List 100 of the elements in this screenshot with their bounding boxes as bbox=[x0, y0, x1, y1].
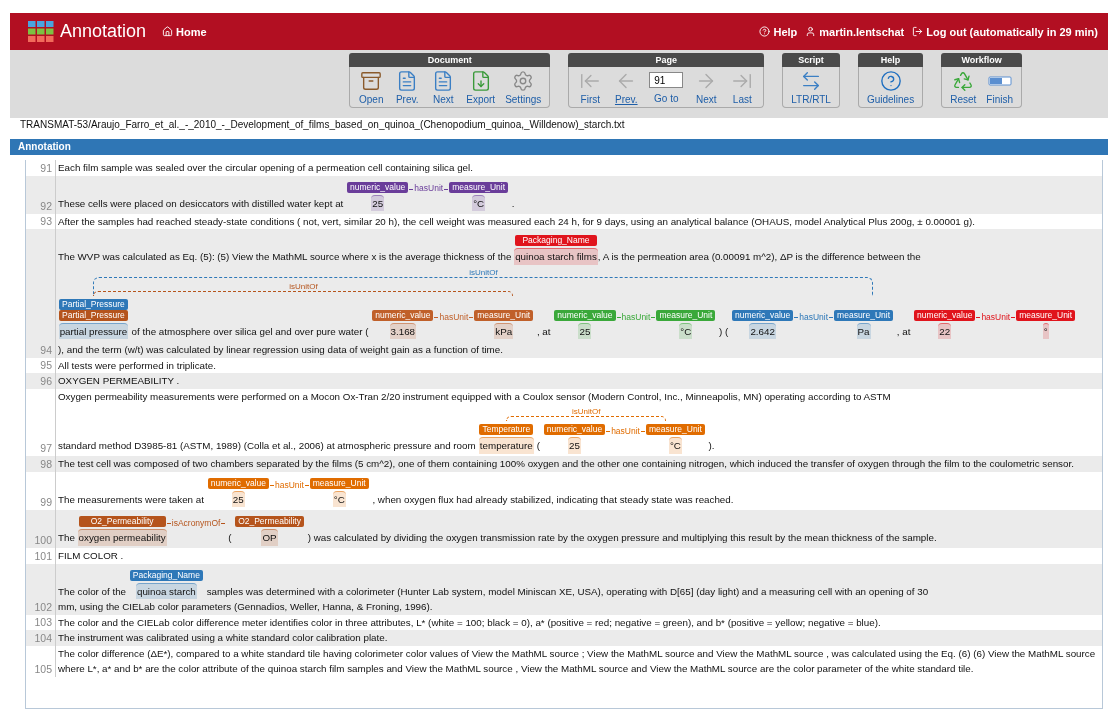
annotation-label[interactable]: measure_Unit bbox=[645, 424, 705, 435]
annotated-text[interactable]: kPa bbox=[494, 322, 514, 340]
annotated-text[interactable]: 25 bbox=[231, 490, 245, 508]
user-link[interactable]: martin.lentschat bbox=[805, 25, 905, 38]
annotation-label[interactable]: numeric_value bbox=[554, 309, 616, 321]
annotated-text[interactable]: Pa bbox=[856, 322, 871, 340]
toolbar-button[interactable]: Export bbox=[462, 70, 500, 105]
toolbar-button[interactable]: Last bbox=[725, 70, 760, 105]
line-number: 101 bbox=[34, 548, 52, 564]
annotated-text[interactable]: oxygen permeability bbox=[77, 529, 167, 546]
sentence-text: ( bbox=[535, 440, 542, 451]
annotated-text[interactable]: temperature bbox=[478, 437, 534, 454]
annotated-text[interactable]: 25 bbox=[578, 322, 592, 340]
annotation-label[interactable]: measure_Unit bbox=[1016, 309, 1076, 321]
sentence-text: These cells were placed on desiccators with distilled water kept at bbox=[58, 197, 345, 209]
sentence-text: ) ( bbox=[718, 325, 730, 337]
sentence-text: After the samples had reached steady-state conditions ( not, vert, similar 20 h), the cell weight was measured each 24 h, for 9 days, using an analytical balance (OHAUS, model Analytical Plus 200g, ± 0.00001 g). bbox=[58, 215, 975, 227]
logout-link[interactable]: Log out (automatically in 29 min) bbox=[912, 25, 1098, 38]
toolbar-group-title: Help bbox=[857, 53, 924, 67]
page-number-field[interactable]: 91 bbox=[649, 72, 684, 88]
toolbar-button[interactable]: Finish bbox=[982, 70, 1017, 105]
sentence-text: , at bbox=[895, 325, 912, 337]
annotated-text[interactable]: 22 bbox=[938, 322, 952, 340]
sentence-text: , when oxygen flux had already stabilized, indicating that steady state was reached. bbox=[371, 493, 734, 505]
sentence-text: The color difference (ΔE*), compared to a white standard tile having colorimeter color values of View the MathML source ; View the MathML source and View the MathML source , was calculated using the Eq. (6) (6) View the MathML source where L*, a* and b* are the color attribute of the quinoa starch film samples and View the MathML source , View the MathML source and View the MathML source are the color parameter of the white standard tile. bbox=[58, 647, 1096, 675]
sentence-text: ), and the term (w/t) was calculated by linear regression using data of weight gain as a function of time. bbox=[58, 344, 503, 355]
annotation-label[interactable]: measure_Unit bbox=[449, 181, 509, 193]
line-number: 98 bbox=[40, 456, 52, 472]
sentence-text: Oxygen permeability measurements were performed on a Mocon Ox-Tran 2/20 instrument equipped with a Coulox sensor (Modern Control, Inc., Minneapolis, MN) operating according to ASTM bbox=[58, 390, 891, 402]
sentence-text: FILM COLOR . bbox=[58, 550, 124, 562]
sentence-text: The instrument was calibrated using a white standard color calibration plate. bbox=[58, 632, 388, 644]
annotated-text[interactable]: °C bbox=[679, 322, 693, 340]
sentence-text: The measurements were taken at bbox=[58, 493, 205, 505]
file-path: TRANSMAT-53/Araujo_Farro_et_al._-_2010_-_Development_of_films_based_on_quinoa_(Chenopodium_quinoa,_Willdenow)_starch.txt bbox=[20, 118, 626, 132]
sentence-text: samples was determined with a colorimeter (Hunter Lab system, model Miniscan XE, USA), operating with D[65] (day light) and a measuring cell with an opening of 30 bbox=[205, 585, 929, 597]
annotated-text[interactable]: 2.642 bbox=[749, 322, 776, 340]
cabinet-icon bbox=[360, 70, 383, 92]
relation-arc: isUnitOf bbox=[506, 408, 667, 421]
annotation-label[interactable]: measure_Unit bbox=[474, 309, 534, 321]
toolbar-button[interactable]: Next bbox=[426, 70, 461, 105]
toolbar-button[interactable]: Guidelines bbox=[862, 70, 919, 105]
sentence-text: Each film sample was sealed over the circular opening of a permeation cell containing silica gel. bbox=[58, 162, 473, 173]
toolbar-button[interactable]: LTR/RTL bbox=[787, 70, 835, 105]
toolbar-button[interactable]: Prev. bbox=[390, 70, 425, 105]
line-number: 93 bbox=[40, 214, 52, 230]
annotated-text[interactable]: quinoa starch bbox=[135, 582, 197, 600]
annotated-text[interactable]: °C bbox=[668, 437, 682, 454]
annotated-text[interactable]: partial pressure bbox=[58, 322, 129, 340]
sentence-text: All tests were performed in triplicate. bbox=[58, 359, 216, 371]
annotated-text[interactable]: °C bbox=[332, 490, 346, 508]
line-number: 103 bbox=[34, 615, 52, 631]
line-number: 91 bbox=[40, 160, 52, 176]
toolbar-button[interactable]: Open bbox=[354, 70, 389, 105]
toolbar-button[interactable]: Prev. bbox=[609, 70, 644, 105]
annotation-label[interactable]: Packaging_Name bbox=[129, 569, 203, 581]
help-link[interactable]: Help bbox=[759, 25, 798, 38]
annotation-label[interactable]: numeric_value bbox=[732, 309, 794, 321]
home-link[interactable]: Home bbox=[162, 25, 207, 38]
sentence-text: ( bbox=[227, 532, 233, 543]
app-title: Annotation bbox=[60, 21, 147, 42]
toolbar-button[interactable]: Reset bbox=[946, 70, 981, 105]
annotation-label[interactable]: Temperature bbox=[479, 424, 534, 435]
annotation-label[interactable]: numeric_value bbox=[372, 309, 434, 321]
annotation-label[interactable]: numeric_value bbox=[914, 309, 976, 321]
annotation-label[interactable]: measure_Unit bbox=[834, 309, 894, 321]
annotated-text[interactable]: OP bbox=[261, 529, 278, 546]
toolbar-button[interactable]: Next bbox=[689, 70, 724, 105]
sentence-text: . bbox=[510, 197, 515, 209]
annotation-label[interactable]: Partial_Pressure bbox=[59, 309, 128, 321]
help-icon bbox=[759, 26, 771, 37]
help-icon bbox=[879, 70, 902, 92]
sentence-text: ) was calculated by dividing the oxygen transmission rate by the oxygen pressure and multiplying this result by the mean thickness of the sample. bbox=[306, 532, 937, 543]
home-icon bbox=[162, 26, 174, 37]
annotated-text[interactable]: 3.168 bbox=[389, 322, 417, 340]
annotation-label[interactable]: numeric_value bbox=[347, 181, 409, 193]
annotation-label[interactable]: Partial_Pressure bbox=[59, 298, 128, 310]
grid-logo-icon bbox=[28, 20, 54, 43]
toolbar-group-title: Workflow bbox=[941, 53, 1022, 67]
annotation-label[interactable]: numeric_value bbox=[543, 424, 606, 435]
annotation-label[interactable]: measure_Unit bbox=[309, 477, 369, 489]
line-number: 94 bbox=[40, 342, 52, 358]
annotated-text[interactable]: 25 bbox=[371, 194, 385, 211]
annotated-text[interactable]: 25 bbox=[568, 437, 581, 454]
annotated-text[interactable]: ° bbox=[1042, 322, 1049, 340]
annotation-label[interactable]: measure_Unit bbox=[656, 309, 716, 321]
line-number: 97 bbox=[40, 441, 52, 457]
toolbar-button[interactable]: 91 Go to bbox=[645, 70, 688, 105]
line-number: 92 bbox=[40, 198, 52, 214]
sentence-text: standard method D3985-81 (ASTM, 1989) (Colla et al., 2006) at atmospheric pressure and room bbox=[58, 440, 477, 451]
annotated-text[interactable]: quinoa starch films bbox=[514, 248, 598, 265]
annotation-label[interactable]: O2_Permeability bbox=[235, 516, 304, 527]
annotated-text[interactable]: °C bbox=[472, 194, 486, 211]
annotation-label[interactable]: numeric_value bbox=[207, 477, 269, 489]
toolbar-button[interactable]: First bbox=[573, 70, 608, 105]
line-number: 105 bbox=[34, 661, 52, 677]
sentence-text: The color and the CIELab color difference meter identifies color in three attributes, L* (white = 100; black = 0), a* (positive = red; negative = green), and b* (positive = yellow; negative = blue). bbox=[58, 616, 881, 628]
line-number: 102 bbox=[34, 599, 52, 615]
annotation-label[interactable]: Packaging_Name bbox=[515, 235, 597, 247]
toolbar-button[interactable]: Settings bbox=[501, 70, 546, 105]
annotation-label[interactable]: O2_Permeability bbox=[78, 516, 166, 527]
